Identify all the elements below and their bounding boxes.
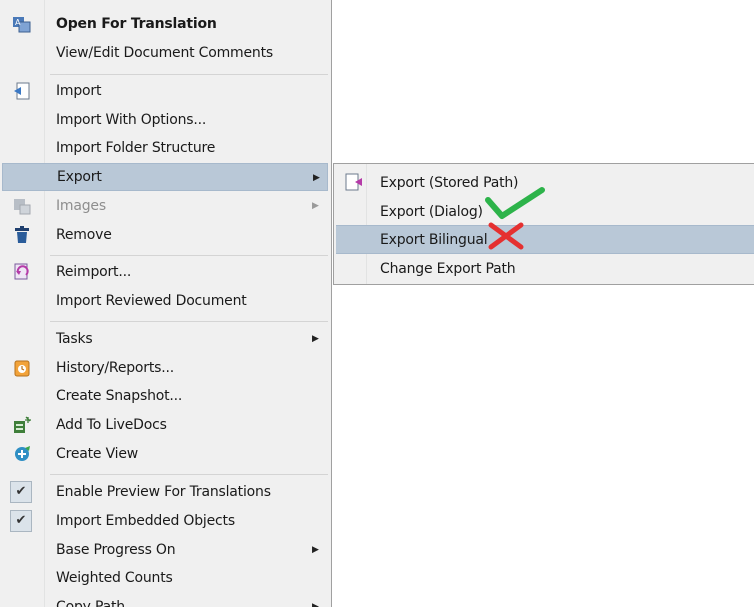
reimport-icon <box>14 263 29 280</box>
export-submenu: Export (Stored Path) Export (Dialog) Exp… <box>333 163 754 285</box>
menu-item-label: Import Folder Structure <box>56 140 216 156</box>
submenu-arrow-icon: ▶ <box>312 201 319 211</box>
menu-separator <box>50 321 328 322</box>
menu-item-export[interactable]: Export ▶ <box>2 163 328 191</box>
checkmark-icon: ✔ <box>10 481 32 503</box>
menu-item-label: Open For Translation <box>56 16 217 32</box>
submenu-arrow-icon: ▶ <box>312 334 319 344</box>
menu-item-label: Tasks <box>56 331 93 347</box>
images-icon <box>14 199 31 215</box>
export-icon <box>345 173 362 191</box>
submenu-item-label: Export Bilingual <box>380 231 488 248</box>
menu-item-label: View/Edit Document Comments <box>56 45 273 61</box>
submenu-item-export-bilingual[interactable]: Export Bilingual <box>336 225 754 254</box>
submenu-item-label: Change Export Path <box>380 260 516 277</box>
menu-item-label: Base Progress On <box>56 542 176 558</box>
menu-separator <box>50 74 328 75</box>
menu-item-create-snapshot[interactable]: Create Snapshot... <box>2 382 328 410</box>
menu-item-add-to-livedocs[interactable]: Add To LiveDocs <box>2 411 328 439</box>
remove-icon <box>15 226 29 243</box>
green-checkmark-icon <box>485 187 545 219</box>
menu-item-label: Import With Options... <box>56 112 207 128</box>
menu-item-label: Add To LiveDocs <box>56 417 167 433</box>
menu-item-open-for-translation[interactable]: A Open For Translation <box>2 10 328 38</box>
submenu-arrow-icon: ▶ <box>312 545 319 555</box>
menu-item-copy-path[interactable]: Copy Path ▶ <box>2 593 328 607</box>
svg-text:A: A <box>15 18 21 27</box>
menu-item-label: Export <box>57 169 102 185</box>
menu-item-weighted-counts[interactable]: Weighted Counts <box>2 564 328 592</box>
create-view-icon <box>15 446 30 461</box>
menu-item-base-progress-on[interactable]: Base Progress On ▶ <box>2 536 328 564</box>
submenu-item-label: Export (Dialog) <box>380 203 483 220</box>
menu-item-create-view[interactable]: Create View <box>2 440 328 468</box>
menu-item-label: Import <box>56 83 102 99</box>
submenu-item-change-export-path[interactable]: Change Export Path <box>336 254 754 283</box>
submenu-arrow-icon: ▶ <box>313 173 320 183</box>
checkmark-icon: ✔ <box>10 510 32 532</box>
menu-separator <box>50 474 328 475</box>
livedocs-icon <box>14 416 31 433</box>
menu-item-label: History/Reports... <box>56 360 174 376</box>
menu-item-tasks[interactable]: Tasks ▶ <box>2 325 328 353</box>
menu-item-history-reports[interactable]: History/Reports... <box>2 354 328 382</box>
context-menu: A Open For Translation View/Edit Documen… <box>0 0 332 607</box>
menu-item-remove[interactable]: Remove <box>2 221 328 249</box>
menu-item-label: Reimport... <box>56 264 132 280</box>
menu-item-label: Remove <box>56 227 112 243</box>
menu-item-enable-preview[interactable]: ✔ Enable Preview For Translations <box>2 478 328 506</box>
menu-item-view-edit-comments[interactable]: View/Edit Document Comments <box>2 39 328 67</box>
menu-item-images[interactable]: Images ▶ <box>2 192 328 220</box>
menu-item-label: Import Reviewed Document <box>56 293 247 309</box>
menu-separator <box>50 255 328 256</box>
translate-icon: A <box>13 17 31 33</box>
menu-item-import[interactable]: Import <box>2 77 328 105</box>
menu-item-import-folder-structure[interactable]: Import Folder Structure <box>2 134 328 162</box>
menu-item-import-with-options[interactable]: Import With Options... <box>2 106 328 134</box>
menu-item-label: Images <box>56 198 106 214</box>
menu-item-reimport[interactable]: Reimport... <box>2 258 328 286</box>
history-icon <box>14 360 30 377</box>
red-cross-icon <box>488 222 524 250</box>
submenu-arrow-icon: ▶ <box>312 602 319 607</box>
menu-item-label: Enable Preview For Translations <box>56 484 271 500</box>
menu-item-label: Create View <box>56 446 138 462</box>
menu-item-label: Copy Path <box>56 599 125 607</box>
menu-item-import-embedded-objects[interactable]: ✔ Import Embedded Objects <box>2 507 328 535</box>
menu-item-label: Weighted Counts <box>56 570 173 586</box>
menu-item-label: Create Snapshot... <box>56 388 183 404</box>
menu-item-label: Import Embedded Objects <box>56 513 235 529</box>
menu-item-import-reviewed-document[interactable]: Import Reviewed Document <box>2 287 328 315</box>
import-icon <box>14 82 30 100</box>
